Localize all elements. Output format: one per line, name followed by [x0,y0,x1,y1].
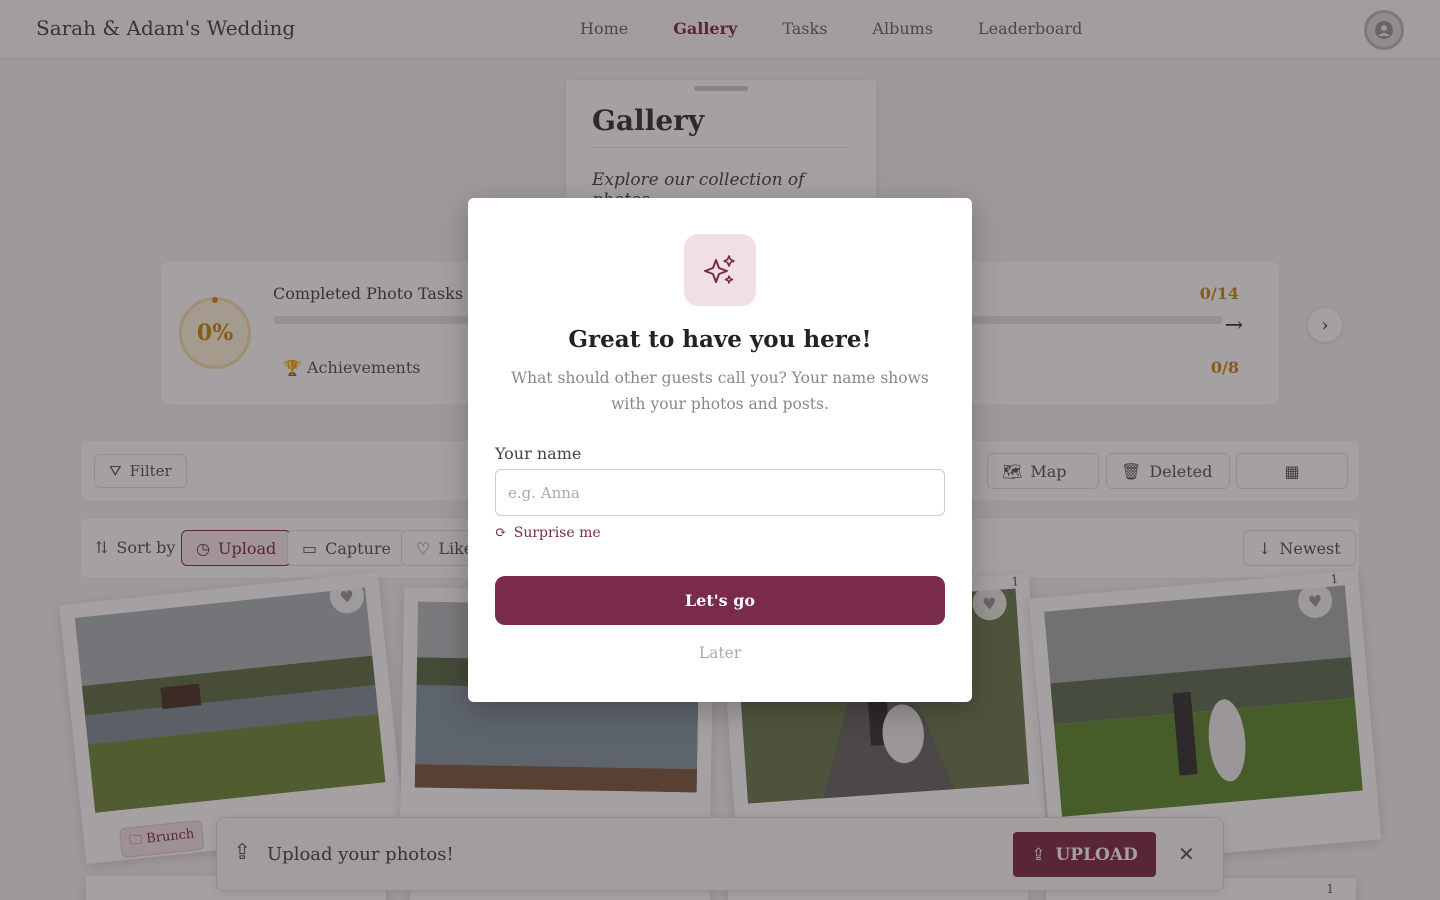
welcome-name-dialog: Great to have you here! What should othe… [468,198,972,702]
name-field-label: Your name [495,444,582,463]
refresh-icon: ⟳ [495,525,507,541]
sparkles-icon [684,234,756,306]
surprise-me-label: Surprise me [513,525,601,541]
surprise-me-link[interactable]: ⟳ Surprise me [495,525,601,541]
name-input[interactable] [495,469,945,516]
dialog-title: Great to have you here! [568,326,872,353]
dialog-subtitle: What should other guests call you? Your … [511,369,929,413]
later-button[interactable]: Later [468,644,972,662]
lets-go-button[interactable]: Let's go [495,576,945,625]
